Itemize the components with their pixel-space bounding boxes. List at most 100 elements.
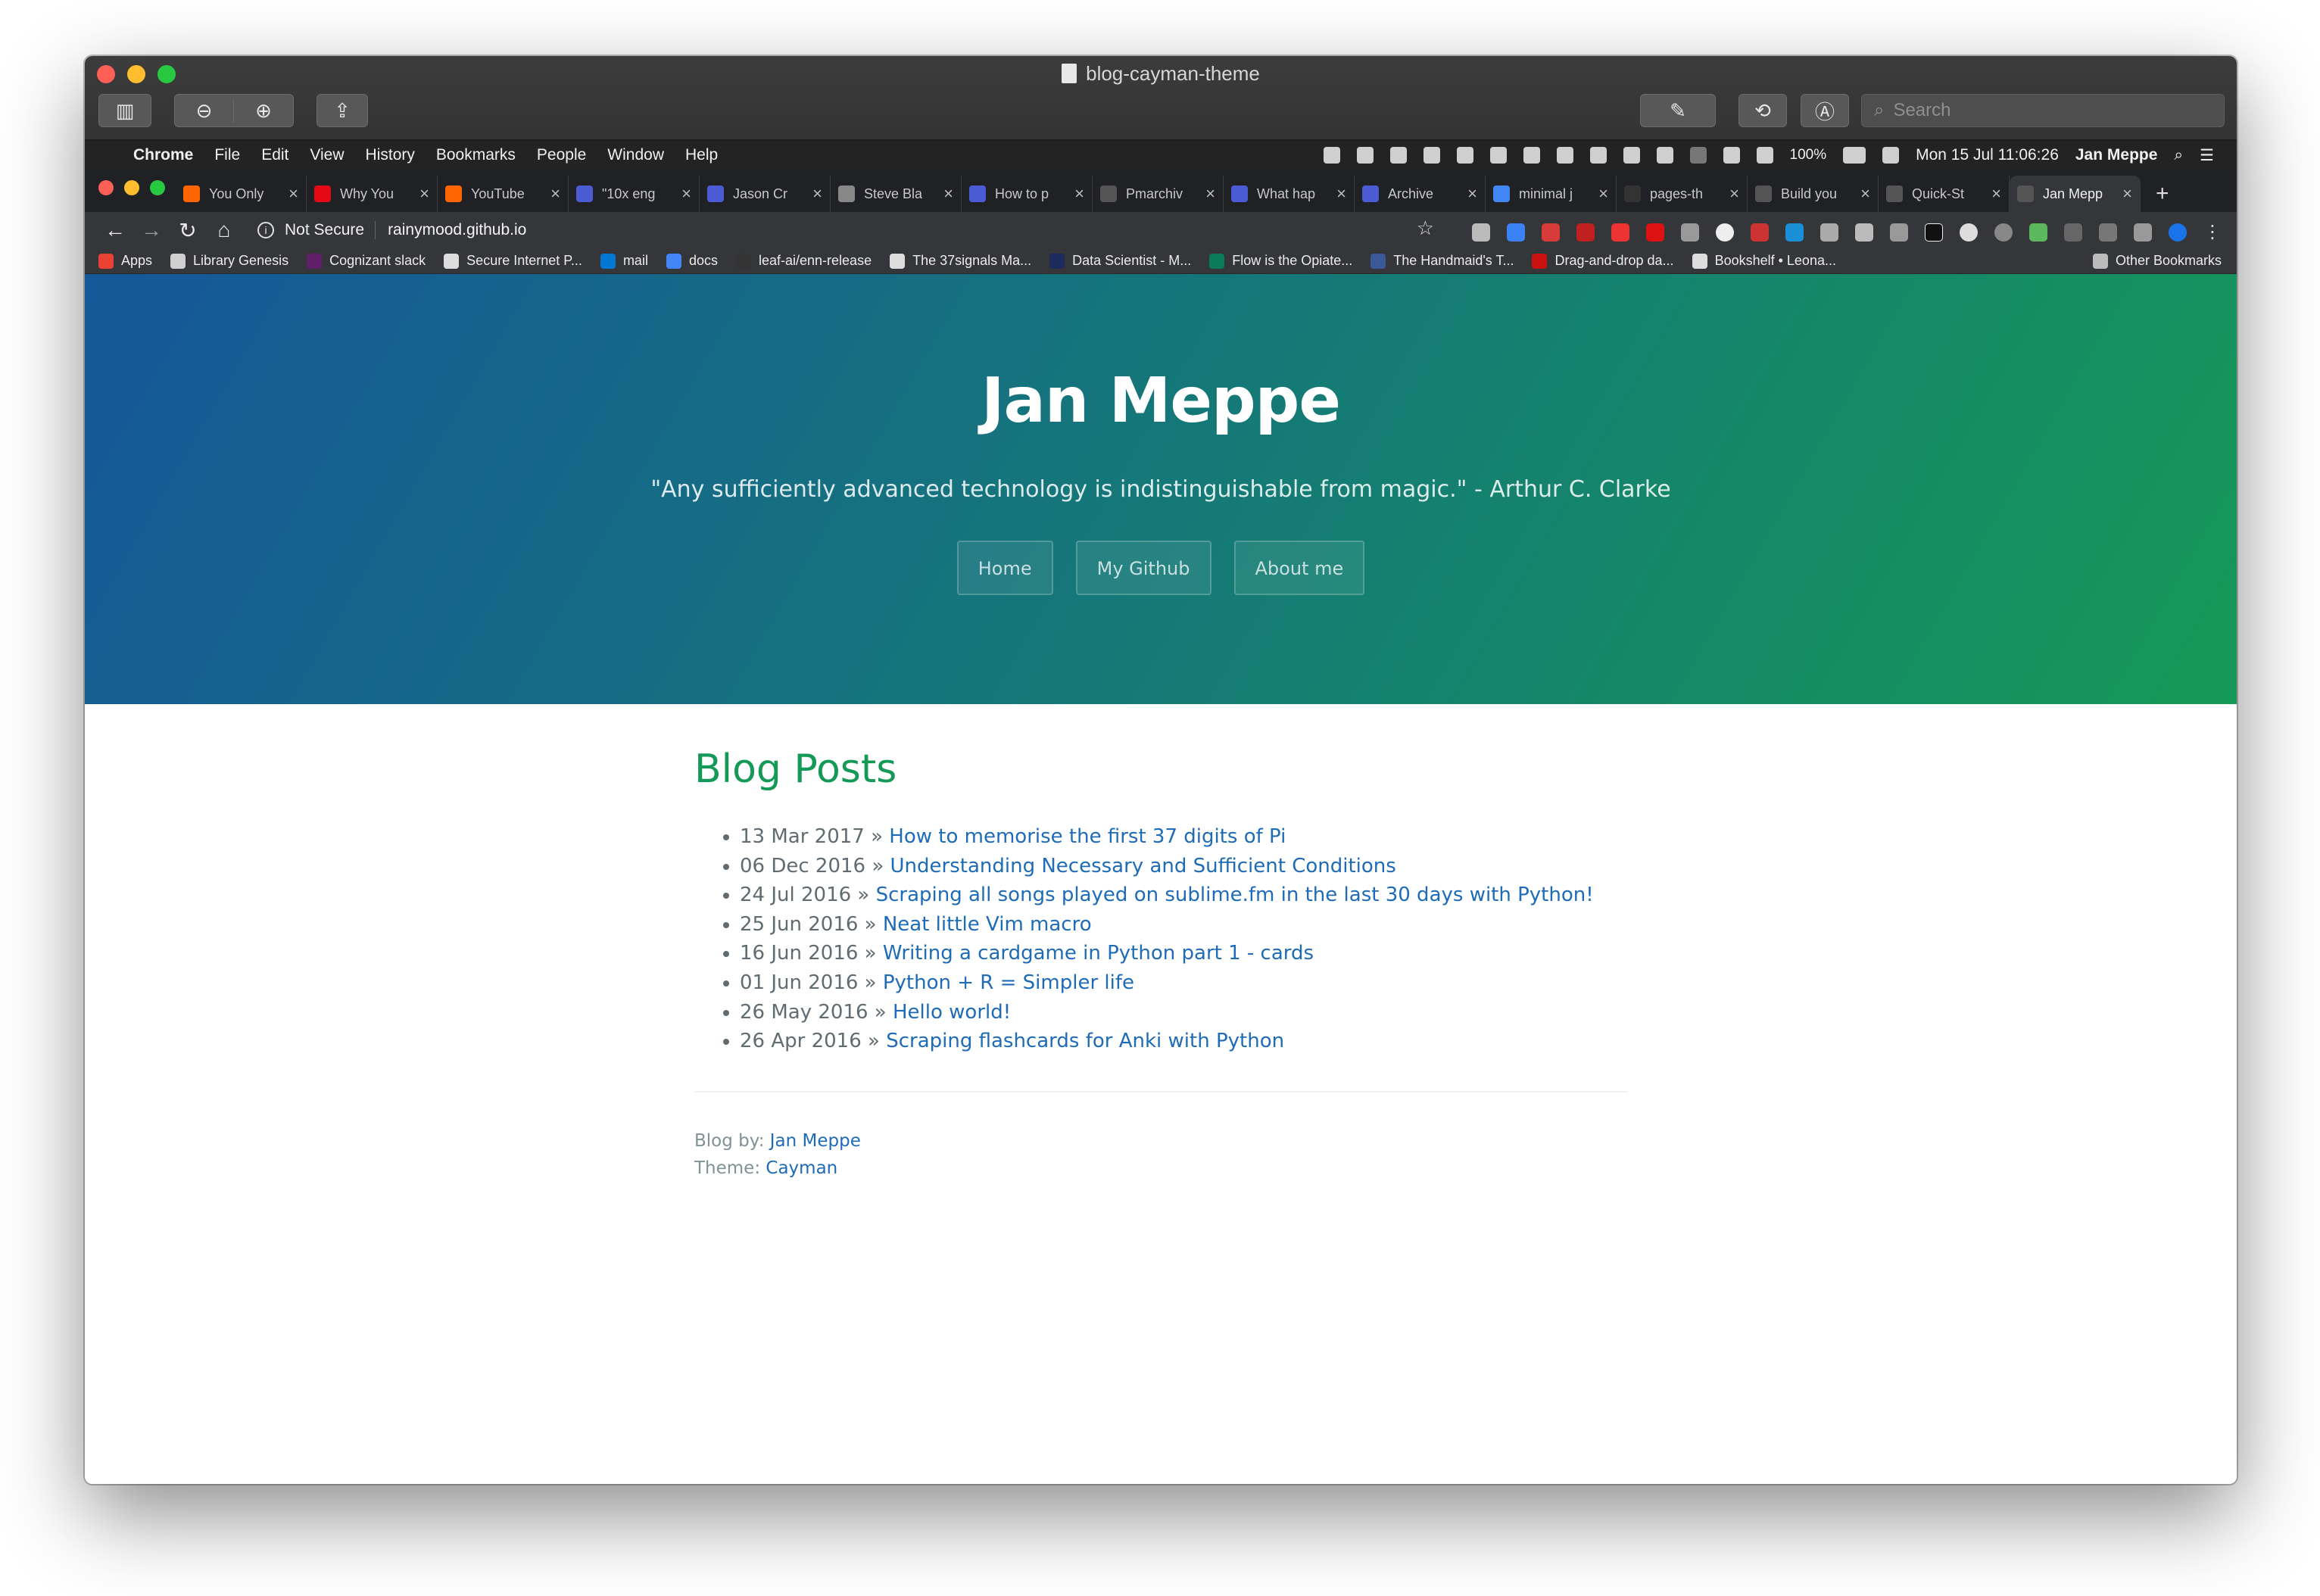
- tab[interactable]: Archive ×: [1355, 176, 1486, 212]
- annotate-button[interactable]: Ⓐ: [1801, 94, 1849, 127]
- footer-author-link[interactable]: Jan Meppe: [770, 1131, 861, 1151]
- sidebar-toggle-button[interactable]: ▥: [98, 94, 151, 127]
- bookmark-item[interactable]: Bookshelf • Leona...: [1692, 253, 1836, 269]
- profile-avatar[interactable]: [2169, 223, 2187, 242]
- zoom-out-icon[interactable]: ⊖: [175, 98, 234, 123]
- extension-8-icon[interactable]: [1716, 223, 1734, 242]
- security-indicator[interactable]: Not Secure: [285, 221, 376, 239]
- flame-icon[interactable]: [1423, 147, 1440, 164]
- bookmark-item[interactable]: Drag-and-drop da...: [1532, 253, 1674, 269]
- cube-icon[interactable]: [1489, 147, 1507, 164]
- tab[interactable]: Jan Mepp ×: [2010, 176, 2141, 212]
- menu-people[interactable]: People: [537, 146, 586, 164]
- chrome-minimize-button[interactable]: [124, 180, 139, 195]
- tab-close-icon[interactable]: ×: [2122, 184, 2132, 204]
- rotate-button[interactable]: ⟲: [1738, 94, 1787, 127]
- extension-4-icon[interactable]: [1576, 223, 1595, 242]
- tab[interactable]: YouTube ×: [438, 176, 569, 212]
- bookmark-item[interactable]: leaf-ai/enn-release: [735, 253, 872, 269]
- post-link[interactable]: Scraping all songs played on sublime.fm …: [876, 884, 1594, 906]
- extension-13-icon[interactable]: [1890, 223, 1908, 242]
- nav-about-button[interactable]: About me: [1233, 541, 1365, 595]
- chrome-menu-icon[interactable]: ⋮: [2203, 221, 2222, 243]
- bookmark-item[interactable]: docs: [666, 253, 718, 269]
- bookmark-item[interactable]: Flow is the Opiate...: [1209, 253, 1352, 269]
- footer-theme-link[interactable]: Cayman: [766, 1158, 837, 1178]
- app-search-field[interactable]: ⌕ Search: [1861, 94, 2225, 127]
- post-link[interactable]: Neat little Vim macro: [883, 913, 1092, 936]
- post-link[interactable]: Writing a cardgame in Python part 1 - ca…: [883, 942, 1314, 965]
- reload-icon[interactable]: ↻: [170, 218, 206, 243]
- bookmark-item[interactable]: Library Genesis: [170, 253, 288, 269]
- tab[interactable]: Build you ×: [1748, 176, 1879, 212]
- menubar-user[interactable]: Jan Meppe: [2075, 146, 2158, 164]
- share-button[interactable]: ⇪: [317, 94, 368, 127]
- tab[interactable]: Why You ×: [307, 176, 438, 212]
- extension-2-icon[interactable]: [1507, 223, 1525, 242]
- tab-close-icon[interactable]: ×: [943, 184, 953, 204]
- tab[interactable]: You Only ×: [176, 176, 307, 212]
- time-machine-icon[interactable]: [1656, 147, 1673, 164]
- tab[interactable]: How to p ×: [962, 176, 1093, 212]
- tab[interactable]: pages-th ×: [1617, 176, 1748, 212]
- new-tab-button[interactable]: +: [2156, 176, 2169, 212]
- tab[interactable]: Quick-St ×: [1879, 176, 2010, 212]
- circle-icon[interactable]: [1589, 147, 1607, 164]
- extension-17-icon[interactable]: [2029, 223, 2047, 242]
- back-icon[interactable]: ←: [97, 218, 133, 242]
- post-link[interactable]: How to memorise the first 37 digits of P…: [889, 825, 1286, 848]
- menu-history[interactable]: History: [366, 146, 415, 164]
- bookmark-item[interactable]: mail: [600, 253, 648, 269]
- docker-icon[interactable]: [1523, 147, 1540, 164]
- post-link[interactable]: Scraping flashcards for Anki with Python: [886, 1030, 1284, 1052]
- tab-close-icon[interactable]: ×: [1860, 184, 1870, 204]
- extension-5-icon[interactable]: [1611, 223, 1629, 242]
- tab[interactable]: Steve Bla ×: [831, 176, 962, 212]
- tab[interactable]: Jason Cr ×: [700, 176, 831, 212]
- extension-1-icon[interactable]: [1472, 223, 1490, 242]
- menu-view[interactable]: View: [310, 146, 344, 164]
- tab-close-icon[interactable]: ×: [1598, 184, 1608, 204]
- menu-app-name[interactable]: Chrome: [133, 146, 193, 164]
- tab-close-icon[interactable]: ×: [419, 184, 429, 204]
- tab-close-icon[interactable]: ×: [288, 184, 298, 204]
- nav-home-button[interactable]: Home: [956, 541, 1053, 595]
- dropbox-icon[interactable]: [1356, 147, 1374, 164]
- url-text[interactable]: rainymood.github.io: [388, 221, 526, 239]
- extension-20-icon[interactable]: [2134, 223, 2152, 242]
- tab-close-icon[interactable]: ×: [1991, 184, 2001, 204]
- tab-close-icon[interactable]: ×: [1074, 184, 1084, 204]
- menu-window[interactable]: Window: [607, 146, 664, 164]
- bluetooth-icon[interactable]: [1689, 147, 1707, 164]
- tab-close-icon[interactable]: ×: [812, 184, 822, 204]
- butterfly-icon[interactable]: [1323, 147, 1340, 164]
- bookmark-item[interactable]: The 37signals Ma...: [890, 253, 1031, 269]
- extension-18-icon[interactable]: [2064, 223, 2082, 242]
- wifi-icon[interactable]: [1723, 147, 1740, 164]
- cloud-icon[interactable]: [1456, 147, 1473, 164]
- extension-ublock-icon[interactable]: [1542, 223, 1560, 242]
- tab-close-icon[interactable]: ×: [1336, 184, 1346, 204]
- tab-close-icon[interactable]: ×: [681, 184, 691, 204]
- menu-file[interactable]: File: [214, 146, 240, 164]
- zoom-in-icon[interactable]: ⊕: [234, 99, 293, 123]
- tab-close-icon[interactable]: ×: [1467, 184, 1477, 204]
- bookmark-item[interactable]: The Handmaid's T...: [1370, 253, 1514, 269]
- menubar-clock[interactable]: Mon 15 Jul 11:06:26: [1916, 146, 2059, 164]
- tab[interactable]: "10x eng ×: [569, 176, 700, 212]
- bookmark-item[interactable]: Cognizant slack: [307, 253, 426, 269]
- post-link[interactable]: Python + R = Simpler life: [883, 971, 1134, 994]
- battery-percent[interactable]: 100%: [1790, 147, 1827, 164]
- menu-bookmarks[interactable]: Bookmarks: [436, 146, 516, 164]
- extension-14-icon[interactable]: [1925, 223, 1943, 242]
- info-icon[interactable]: i: [257, 222, 274, 238]
- address-bar[interactable]: i Not Secure rainymood.github.io: [257, 221, 526, 239]
- home-icon[interactable]: ⌂: [206, 218, 242, 242]
- extension-12-icon[interactable]: [1855, 223, 1873, 242]
- spotlight-icon[interactable]: ⌕: [2174, 146, 2183, 164]
- menu-edit[interactable]: Edit: [261, 146, 288, 164]
- tab-close-icon[interactable]: ×: [550, 184, 560, 204]
- tab[interactable]: Pmarchiv ×: [1093, 176, 1224, 212]
- extension-6-icon[interactable]: [1646, 223, 1664, 242]
- other-bookmarks[interactable]: Other Bookmarks: [2092, 253, 2222, 269]
